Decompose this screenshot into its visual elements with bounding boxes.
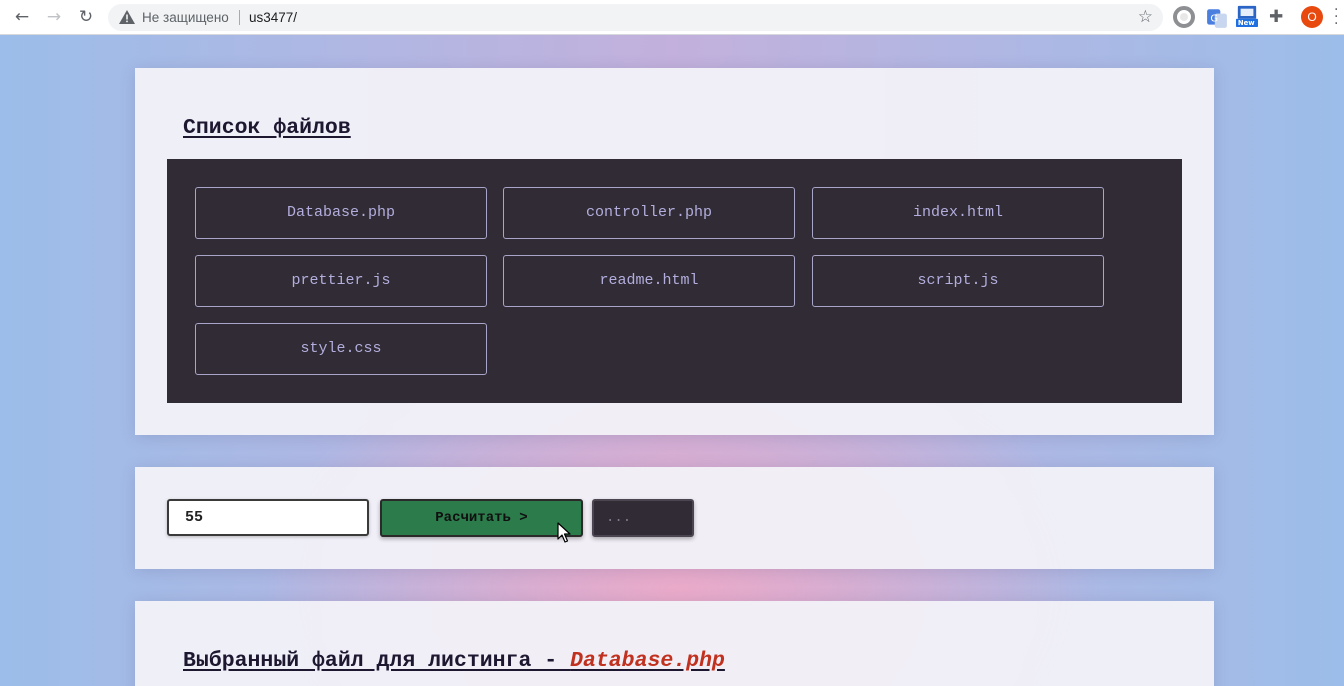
- result-button[interactable]: ...: [592, 499, 694, 537]
- files-heading: Список файлов: [183, 116, 351, 140]
- listing-heading: Выбранный файл для листинга - Database.p…: [183, 649, 725, 673]
- extension-icon[interactable]: [1173, 6, 1195, 28]
- file-button-script[interactable]: script.js: [812, 255, 1104, 307]
- back-arrow-icon[interactable]: ←: [10, 6, 34, 30]
- files-panel: Список файлов Database.php controller.ph…: [135, 68, 1214, 435]
- file-button-style[interactable]: style.css: [195, 323, 487, 375]
- listing-panel: Выбранный файл для листинга - Database.p…: [135, 601, 1214, 686]
- profile-avatar[interactable]: O: [1301, 6, 1323, 28]
- file-button-readme[interactable]: readme.html: [503, 255, 795, 307]
- address-bar[interactable]: Не защищено us3477/ ☆: [108, 4, 1163, 31]
- listing-heading-prefix: Выбранный файл для листинга -: [183, 649, 571, 673]
- puzzle-icon[interactable]: ✚: [1269, 6, 1291, 28]
- forward-arrow-icon[interactable]: →: [42, 6, 66, 30]
- file-button-controller[interactable]: controller.php: [503, 187, 795, 239]
- file-button-prettier[interactable]: prettier.js: [195, 255, 487, 307]
- calc-panel: Расчитать > ...: [135, 467, 1214, 569]
- star-icon[interactable]: ☆: [1138, 7, 1153, 27]
- calculate-button[interactable]: Расчитать >: [380, 499, 583, 537]
- svg-text:New: New: [1238, 19, 1255, 27]
- selected-file-link[interactable]: Database.php: [570, 649, 725, 673]
- url-text[interactable]: us3477/: [249, 10, 297, 25]
- mouse-cursor-icon: [557, 522, 571, 543]
- kebab-menu-icon[interactable]: · · ·: [1334, 3, 1340, 31]
- number-input[interactable]: [167, 499, 369, 536]
- file-list: Database.php controller.php index.html p…: [167, 159, 1182, 403]
- svg-text:G: G: [1210, 13, 1218, 24]
- omnibox-divider: [239, 10, 240, 25]
- warning-icon: [119, 10, 135, 24]
- translate-icon[interactable]: G: [1206, 7, 1228, 29]
- security-status[interactable]: Не защищено: [142, 10, 229, 25]
- new-extension-icon[interactable]: New: [1236, 5, 1258, 27]
- browser-toolbar: ← → ↻ Не защищено us3477/ ☆ G New ✚ O · ·…: [0, 0, 1344, 35]
- file-button-index[interactable]: index.html: [812, 187, 1104, 239]
- file-button-database[interactable]: Database.php: [195, 187, 487, 239]
- reload-icon[interactable]: ↻: [74, 6, 98, 30]
